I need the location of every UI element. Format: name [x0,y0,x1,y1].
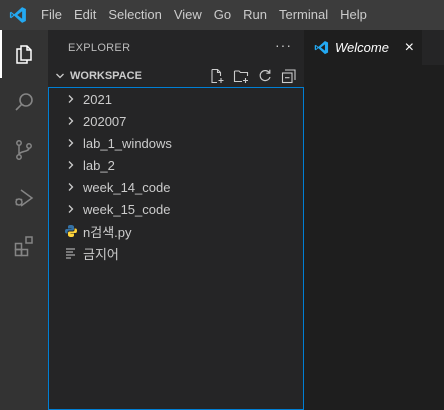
source-control-icon[interactable] [0,126,48,174]
tree-folder[interactable]: 2021 [49,88,303,110]
tree-folder[interactable]: lab_1_windows [49,132,303,154]
menu-help[interactable]: Help [334,0,373,30]
tree-folder[interactable]: 202007 [49,110,303,132]
explorer-icon[interactable] [0,30,48,78]
explorer-sidebar: EXPLORER ··· WORKSPACE 2021 202007 lab_1… [48,30,304,410]
menu-edit[interactable]: Edit [68,0,102,30]
section-actions [208,67,304,85]
tree-folder[interactable]: lab_2 [49,154,303,176]
chevron-right-icon [63,113,79,129]
menu-view[interactable]: View [168,0,208,30]
close-icon[interactable]: × [405,39,414,56]
chevron-right-icon [63,135,79,151]
title-bar: File Edit Selection View Go Run Terminal… [0,0,444,30]
vscode-logo-icon [0,0,35,30]
chevron-right-icon [63,157,79,173]
python-icon [63,223,79,239]
tree-item-label: lab_1_windows [83,135,172,151]
tree-item-label: lab_2 [83,157,115,173]
sidebar-title: EXPLORER [68,41,131,54]
tab-label: Welcome [335,40,389,55]
menu-terminal[interactable]: Terminal [273,0,334,30]
file-tree: 2021 202007 lab_1_windows lab_2 week_14_… [48,87,304,410]
tree-file[interactable]: 금지어 [49,242,303,264]
sidebar-header: EXPLORER ··· [48,30,304,65]
menu-file[interactable]: File [35,0,68,30]
menu-run[interactable]: Run [237,0,273,30]
workspace-title: WORKSPACE [70,70,142,82]
menu-selection[interactable]: Selection [102,0,167,30]
workspace-section-header[interactable]: WORKSPACE [48,65,304,87]
new-file-icon[interactable] [208,67,226,85]
tree-item-label: 202007 [83,113,127,129]
menu-bar: File Edit Selection View Go Run Terminal… [35,0,373,30]
editor-area: Welcome × [304,30,444,410]
extensions-icon[interactable] [0,222,48,270]
chevron-right-icon [63,179,79,195]
chevron-right-icon [63,201,79,217]
vscode-tab-icon [314,40,329,55]
text-file-icon [63,245,79,261]
new-folder-icon[interactable] [232,67,250,85]
tree-folder[interactable]: week_15_code [49,198,303,220]
chevron-down-icon [54,68,66,84]
tree-item-label: n검색.py [83,224,132,240]
tree-item-label: 금지어 [83,246,119,262]
collapse-all-icon[interactable] [280,67,298,85]
menu-go[interactable]: Go [208,0,237,30]
refresh-icon[interactable] [256,67,274,85]
more-actions-button[interactable]: ··· [275,38,292,56]
tree-file[interactable]: n검색.py [49,220,303,242]
activity-bar [0,30,48,410]
run-debug-icon[interactable] [0,174,48,222]
tree-item-label: week_14_code [83,179,171,195]
search-icon[interactable] [0,78,48,126]
tree-folder[interactable]: week_14_code [49,176,303,198]
tree-item-label: 2021 [83,91,112,107]
chevron-right-icon [63,91,79,107]
tree-item-label: week_15_code [83,201,171,217]
tab-bar: Welcome × [304,30,444,65]
tab-welcome[interactable]: Welcome × [304,30,422,65]
